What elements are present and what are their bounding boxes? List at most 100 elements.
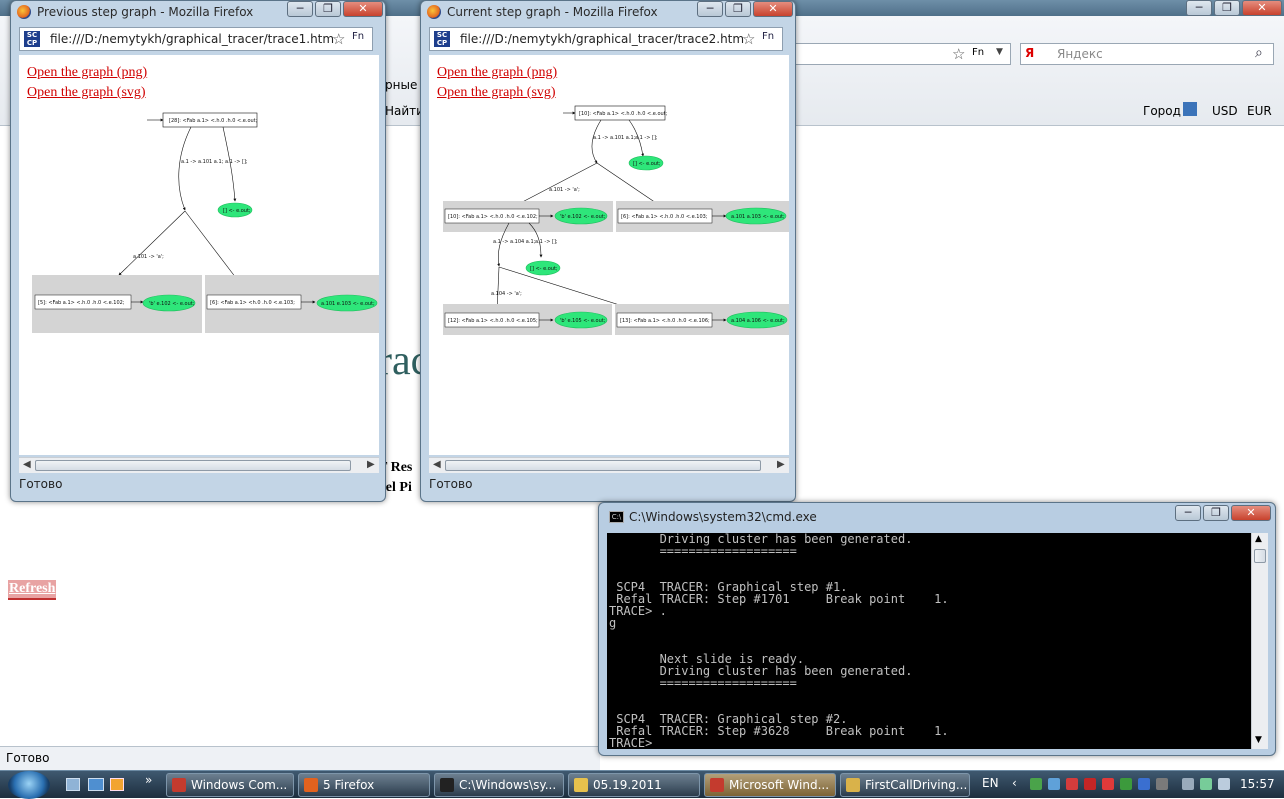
- tray-antivirus-icon[interactable]: [1066, 778, 1078, 790]
- currency-eur[interactable]: EUR: [1247, 104, 1272, 118]
- scroll-down-icon[interactable]: ▼: [1255, 735, 1262, 745]
- maximize-button[interactable]: ❐: [1214, 0, 1240, 16]
- open-png-link[interactable]: Open the graph (png): [437, 65, 557, 81]
- minimize-button[interactable]: ─: [1186, 0, 1212, 16]
- quicklaunch-more-icon[interactable]: »: [145, 773, 152, 787]
- chevron-down-icon[interactable]: ▼: [996, 47, 1003, 57]
- minimize-button[interactable]: ─: [697, 1, 723, 17]
- quicklaunch-media-icon[interactable]: [110, 778, 124, 791]
- city-icon[interactable]: [1183, 102, 1197, 116]
- url-text[interactable]: file:///D:/nemytykh/graphical_tracer/tra…: [460, 32, 744, 46]
- edge-label-1: a.1 -> a.101 a.1;: [593, 135, 636, 141]
- taskbar: » Windows Com... 5 Firefox C:\Windows\sy..…: [0, 770, 1284, 799]
- start-button[interactable]: [8, 771, 50, 799]
- bookmark-star-icon[interactable]: ☆: [332, 30, 345, 48]
- minimize-button[interactable]: ─: [1175, 505, 1201, 521]
- tray-battery-icon[interactable]: [1182, 778, 1194, 790]
- clock[interactable]: 15:57: [1240, 777, 1275, 791]
- maximize-button[interactable]: ❐: [315, 1, 341, 17]
- url-bar[interactable]: SC CP file:///D:/nemytykh/graphical_trace…: [429, 27, 783, 51]
- url-text[interactable]: file:///D:/nemytykh/graphical_tracer/tra…: [50, 32, 334, 46]
- close-button[interactable]: ✕: [753, 1, 793, 17]
- tray-expand-icon[interactable]: ‹: [1012, 776, 1017, 790]
- translate-icon[interactable]: Fn: [352, 31, 364, 42]
- page-content: Open the graph (png) Open the graph (svg…: [429, 55, 789, 455]
- scroll-up-icon[interactable]: ▲: [1255, 534, 1262, 544]
- scroll-left-icon[interactable]: ◀: [23, 459, 31, 470]
- node-d-label: [13]: <Fab a.1> <.h.0 .h.0 <.e.106;: [620, 318, 710, 324]
- taskbar-item-icon: [846, 778, 860, 792]
- translate-icon[interactable]: Fn: [762, 31, 774, 42]
- window-title: Previous step graph - Mozilla Firefox: [37, 5, 254, 19]
- scroll-right-icon[interactable]: ▶: [367, 459, 375, 470]
- tray-bluetooth-icon[interactable]: [1138, 778, 1150, 790]
- edge-label-2: a.1 -> [];: [225, 159, 248, 165]
- page-content: Open the graph (png) Open the graph (svg…: [19, 55, 379, 455]
- open-svg-link[interactable]: Open the graph (svg): [27, 85, 146, 101]
- leaf-node-d-label: a.104 a.106 <- e.out;: [731, 318, 785, 324]
- taskbar-item-label: 05.19.2011: [593, 778, 662, 792]
- bookmark-star-icon[interactable]: ☆: [952, 45, 965, 63]
- tray-network-icon[interactable]: [1030, 778, 1042, 790]
- tray-wifi-icon[interactable]: [1200, 778, 1212, 790]
- edge-to-branch: [591, 119, 602, 164]
- language-indicator[interactable]: EN: [982, 776, 999, 790]
- taskbar-item[interactable]: FirstCallDriving...: [840, 773, 970, 797]
- cmd-window: C:\ C:\Windows\system32\cmd.exe ─ ❐ ✕ Dr…: [598, 502, 1276, 756]
- leaf-node-1-label: [] <- e.out;: [633, 161, 661, 167]
- scrollbar-thumb[interactable]: [1254, 549, 1266, 563]
- edge-label-5: a.1 -> [];: [535, 239, 558, 245]
- bookmark-star-icon[interactable]: ☆: [742, 30, 755, 48]
- taskbar-item[interactable]: Microsoft Wind...: [704, 773, 836, 797]
- yandex-search-box[interactable]: Я Яндекс ⌕: [1020, 43, 1274, 65]
- console-icon: C:\: [609, 511, 624, 523]
- scp-favicon-icon: SC CP: [434, 31, 450, 47]
- edge-label-2: a.1 -> [];: [635, 135, 658, 141]
- vertical-scrollbar[interactable]: ▲ ▼: [1251, 533, 1268, 749]
- tray-volume-icon[interactable]: [1218, 778, 1230, 790]
- tray-shield-icon[interactable]: [1102, 778, 1114, 790]
- horizontal-scrollbar[interactable]: ◀ ▶: [429, 457, 789, 473]
- quicklaunch-ie-icon[interactable]: [88, 778, 104, 791]
- translate-icon[interactable]: Fn: [972, 47, 984, 58]
- taskbar-item[interactable]: Windows Com...: [166, 773, 294, 797]
- taskbar-item-icon: [574, 778, 588, 792]
- toolbar-text-find[interactable]: Найти: [385, 104, 424, 118]
- scrollbar-thumb[interactable]: [445, 460, 761, 471]
- scroll-left-icon[interactable]: ◀: [433, 459, 441, 470]
- search-icon[interactable]: ⌕: [1255, 45, 1263, 61]
- refresh-button[interactable]: Refresh: [8, 580, 57, 600]
- maximize-button[interactable]: ❐: [725, 1, 751, 17]
- tray-app-icon[interactable]: [1120, 778, 1132, 790]
- close-button[interactable]: ✕: [1242, 0, 1282, 16]
- leaf-node-c-label: 'b' e.105 <- e.out;: [560, 318, 606, 324]
- close-button[interactable]: ✕: [1231, 505, 1271, 521]
- currency-usd[interactable]: USD: [1212, 104, 1238, 118]
- taskbar-item[interactable]: C:\Windows\sy...: [434, 773, 564, 797]
- background-url-bar[interactable]: ☆ Fn ▼: [795, 43, 1011, 65]
- city-label[interactable]: Город: [1143, 104, 1181, 118]
- scrollbar-thumb[interactable]: [35, 460, 351, 471]
- show-desktop-icon[interactable]: [66, 778, 80, 791]
- console-output[interactable]: Driving cluster has been generated. ====…: [607, 533, 1251, 749]
- maximize-button[interactable]: ❐: [1203, 505, 1229, 521]
- search-input[interactable]: Яндекс: [1057, 47, 1103, 61]
- tray-sync-icon[interactable]: [1048, 778, 1060, 790]
- taskbar-item[interactable]: 05.19.2011: [568, 773, 700, 797]
- horizontal-scrollbar[interactable]: ◀ ▶: [19, 457, 379, 473]
- minimize-button[interactable]: ─: [287, 1, 313, 17]
- background-window-controls: ─ ❐ ✕: [1186, 0, 1282, 16]
- close-button[interactable]: ✕: [343, 1, 383, 17]
- scroll-right-icon[interactable]: ▶: [777, 459, 785, 470]
- node-b-label: [6]: <Fab a.1> <.h.0 .h.0 <.e.103;: [621, 214, 708, 220]
- taskbar-item[interactable]: 5 Firefox: [298, 773, 430, 797]
- url-bar[interactable]: SC CP file:///D:/nemytykh/graphical_trace…: [19, 27, 373, 51]
- current-step-window: Current step graph - Mozilla Firefox ─ ❐…: [420, 0, 796, 502]
- open-svg-link[interactable]: Open the graph (svg): [437, 85, 556, 101]
- toolbar-text-bookmarks[interactable]: рные: [385, 78, 417, 92]
- status-text: Готово: [19, 477, 63, 491]
- tray-update-icon[interactable]: [1156, 778, 1168, 790]
- yandex-icon: Я: [1025, 46, 1035, 60]
- open-png-link[interactable]: Open the graph (png): [27, 65, 147, 81]
- tray-alert-icon[interactable]: [1084, 778, 1096, 790]
